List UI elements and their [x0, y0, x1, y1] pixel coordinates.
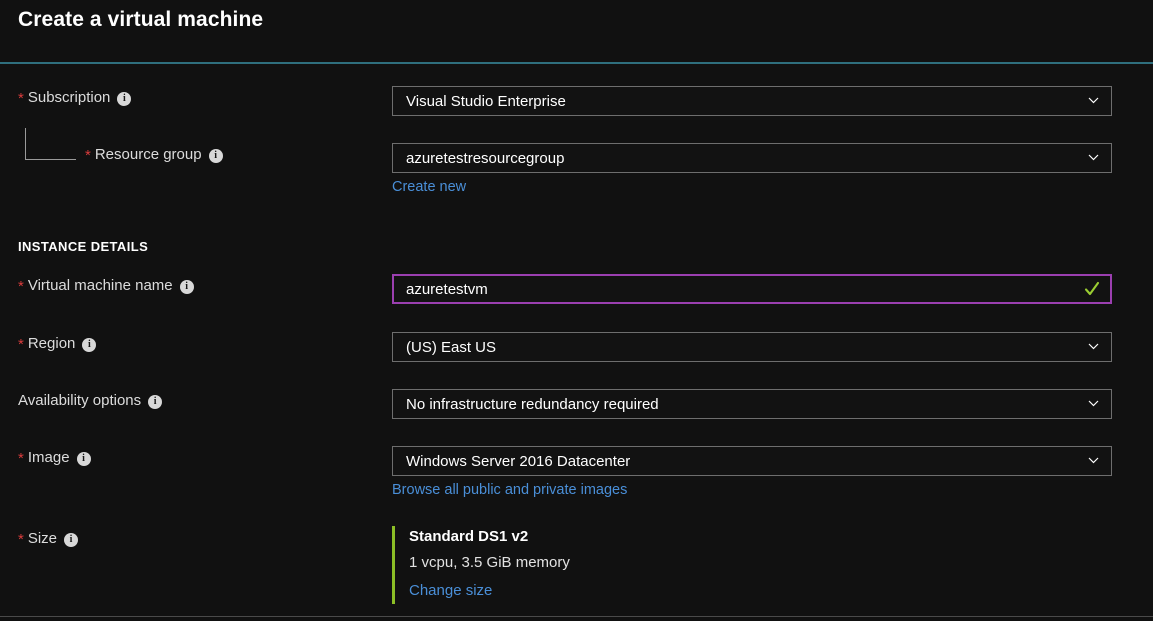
resource-group-label-text: Resource group [94, 146, 202, 163]
size-name: Standard DS1 v2 [409, 528, 529, 545]
required-asterisk: * [18, 336, 24, 353]
subscription-dropdown[interactable]: Visual Studio Enterprise [392, 86, 1112, 116]
info-icon[interactable] [148, 394, 163, 409]
info-icon[interactable] [179, 279, 194, 294]
image-label-text: Image [27, 449, 70, 466]
control-image: Windows Server 2016 Datacenter Browse al… [392, 446, 1112, 499]
required-asterisk: * [18, 278, 24, 295]
vm-name-label-text: Virtual machine name [27, 277, 173, 294]
info-icon[interactable] [76, 451, 91, 466]
vm-name-input[interactable]: azuretestvm [392, 274, 1112, 304]
label-availability-options: Availability options [18, 392, 163, 409]
browse-images-link[interactable]: Browse all public and private images [392, 482, 627, 498]
chevron-down-icon [1088, 398, 1099, 409]
control-vm-name: azuretestvm [392, 274, 1112, 304]
image-selected-value: Windows Server 2016 Datacenter [406, 452, 631, 470]
required-asterisk: * [18, 450, 24, 467]
page-title: Create a virtual machine [18, 8, 264, 31]
label-subscription: * Subscription [18, 89, 132, 107]
subscription-label-text: Subscription [27, 89, 111, 106]
info-icon[interactable] [82, 337, 97, 352]
region-label-text: Region [27, 335, 76, 352]
chevron-down-icon [1088, 341, 1099, 352]
control-availability-options: No infrastructure redundancy required [392, 389, 1112, 419]
availability-options-dropdown[interactable]: No infrastructure redundancy required [392, 389, 1112, 419]
change-size-link[interactable]: Change size [409, 578, 492, 604]
control-region: (US) East US [392, 332, 1112, 362]
resource-group-selected-value: azuretestresourcegroup [406, 149, 565, 167]
subscription-selected-value: Visual Studio Enterprise [406, 92, 566, 110]
section-heading-instance-details: INSTANCE DETAILS [18, 239, 149, 254]
label-image: * Image [18, 449, 91, 466]
size-summary-card: Standard DS1 v2 1 vcpu, 3.5 GiB memory C… [392, 526, 570, 604]
chevron-down-icon [1088, 455, 1099, 466]
hierarchy-connector-line [25, 128, 76, 160]
info-icon[interactable] [117, 91, 132, 106]
create-vm-form: * Subscription Visual Studio Enterprise … [0, 64, 1153, 616]
info-icon[interactable] [64, 532, 79, 547]
check-icon [1084, 280, 1100, 298]
size-label-text: Size [27, 530, 58, 547]
availability-options-label-text: Availability options [18, 392, 142, 409]
control-subscription: Visual Studio Enterprise [392, 86, 1112, 116]
resource-group-dropdown[interactable]: azuretestresourcegroup [392, 143, 1112, 173]
create-new-resource-group-link[interactable]: Create new [392, 179, 466, 195]
page-header: Create a virtual machine [0, 0, 1153, 64]
label-region: * Region [18, 335, 97, 353]
required-asterisk: * [18, 531, 24, 548]
image-dropdown[interactable]: Windows Server 2016 Datacenter [392, 446, 1112, 476]
required-asterisk: * [18, 90, 24, 107]
availability-options-selected-value: No infrastructure redundancy required [406, 395, 659, 413]
footer-divider [0, 616, 1153, 617]
region-selected-value: (US) East US [406, 338, 497, 356]
label-resource-group: * Resource group [85, 146, 223, 163]
chevron-down-icon [1088, 152, 1099, 163]
region-dropdown[interactable]: (US) East US [392, 332, 1112, 362]
label-vm-name: * Virtual machine name [18, 277, 194, 294]
vm-name-value: azuretestvm [406, 280, 488, 298]
info-icon[interactable] [208, 148, 223, 163]
size-specs: 1 vcpu, 3.5 GiB memory [409, 554, 570, 571]
required-asterisk: * [85, 147, 91, 164]
control-resource-group: azuretestresourcegroup Create new [392, 143, 1112, 196]
chevron-down-icon [1088, 95, 1099, 106]
label-size: * Size [18, 530, 79, 548]
